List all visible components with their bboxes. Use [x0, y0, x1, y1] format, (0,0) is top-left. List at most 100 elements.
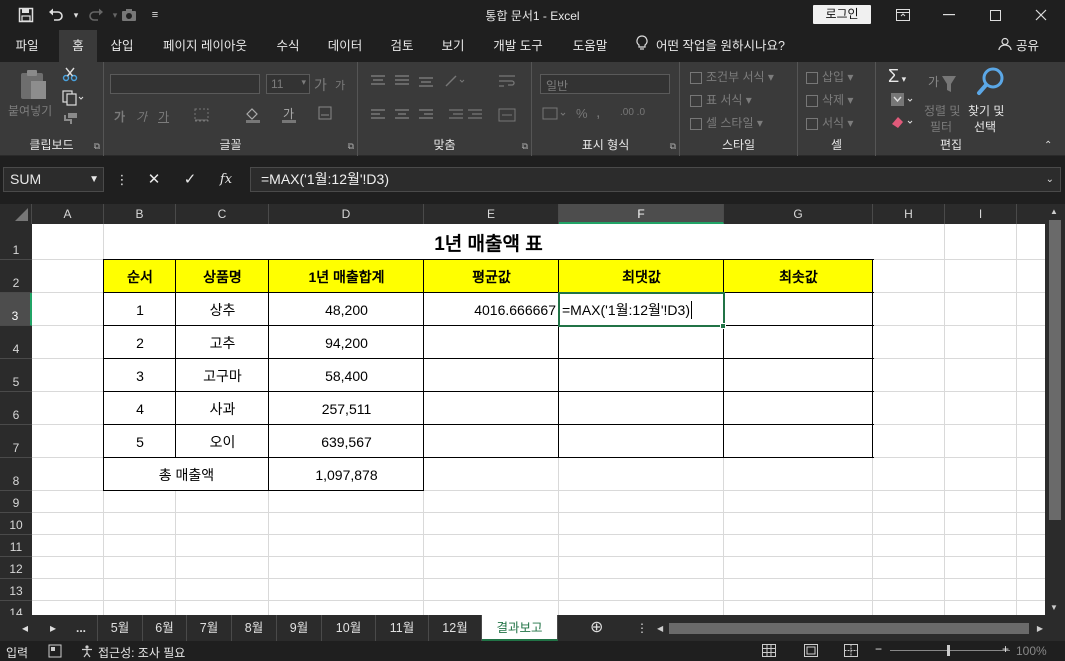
sheet-tab-report[interactable]: 결과보고 [482, 615, 558, 641]
ribbon-display-icon[interactable] [880, 0, 926, 30]
maximize-icon[interactable] [972, 0, 1018, 30]
cell-d4[interactable]: 94,200 [269, 326, 424, 359]
header-cell-min[interactable]: 최솟값 [724, 260, 873, 293]
cell-c4[interactable]: 고추 [176, 326, 269, 359]
tab-insert[interactable]: 삽입 [103, 30, 141, 62]
delete-cells-button[interactable]: 삭제 ▾ [806, 91, 853, 108]
horizontal-scrollbar[interactable]: ◀ ▶ [655, 622, 1045, 635]
row-header-12[interactable]: 12 [0, 557, 32, 579]
cell-d5[interactable]: 58,400 [269, 359, 424, 392]
row-header-3[interactable]: 3 [0, 293, 32, 326]
cell-d6[interactable]: 257,511 [269, 392, 424, 425]
cell-c5[interactable]: 고구마 [176, 359, 269, 392]
number-format-select[interactable]: 일반 [540, 74, 670, 94]
header-cell-item[interactable]: 상품명 [176, 260, 269, 293]
next-sheet-icon[interactable]: ▸ [50, 615, 56, 641]
select-all-corner[interactable] [0, 204, 32, 224]
row-header-8[interactable]: 8 [0, 458, 32, 491]
sheet-tab-september[interactable]: 9월 [277, 615, 322, 641]
tab-developer[interactable]: 개발 도구 [485, 30, 551, 62]
header-cell-max[interactable]: 최댓값 [559, 260, 724, 293]
worksheet-grid[interactable]: A B C D E F G H I 1 2 3 4 5 6 7 8 9 10 1… [0, 204, 1045, 615]
table-title[interactable]: 1년 매출액 표 [104, 224, 873, 260]
sheet-tab-november[interactable]: 11월 [376, 615, 429, 641]
sort-filter-icon[interactable]: 가 [928, 72, 958, 99]
undo-icon[interactable] [45, 4, 67, 26]
number-launcher-icon[interactable]: ⧉ [670, 141, 676, 152]
row-header-1[interactable]: 1 [0, 224, 32, 260]
column-header-c[interactable]: C [176, 204, 269, 224]
tab-home[interactable]: 홈 [59, 30, 97, 62]
expand-formula-icon[interactable]: ⌄ [1046, 168, 1054, 191]
wrap-text-icon[interactable] [498, 74, 518, 93]
column-header-g[interactable]: G [724, 204, 873, 224]
close-icon[interactable] [1018, 0, 1064, 30]
row-header-5[interactable]: 5 [0, 359, 32, 392]
align-left-icon[interactable] [370, 108, 386, 125]
align-middle-icon[interactable] [394, 74, 410, 91]
italic-icon[interactable]: 가 [136, 108, 147, 125]
cut-icon[interactable] [62, 66, 78, 85]
fill-icon[interactable] [890, 92, 916, 111]
collapse-ribbon-icon[interactable]: ⌃ [1044, 140, 1052, 151]
enter-icon[interactable]: ✓ [176, 167, 204, 192]
more-sheets-icon[interactable]: ... [76, 615, 86, 641]
vertical-scrollbar[interactable]: ▲ ▼ [1045, 204, 1065, 615]
column-header-b[interactable]: B [104, 204, 176, 224]
fill-color-icon[interactable] [244, 106, 262, 127]
cell-b6[interactable]: 4 [104, 392, 176, 425]
name-box-dropdown-icon[interactable]: ▼ [89, 168, 99, 191]
accounting-icon[interactable] [542, 106, 568, 125]
font-size-select[interactable]: 11 ▾ [266, 74, 310, 94]
column-header-e[interactable]: E [424, 204, 559, 224]
row-header-10[interactable]: 10 [0, 513, 32, 535]
align-right-icon[interactable] [418, 108, 434, 125]
page-layout-view-icon[interactable] [804, 644, 818, 660]
align-center-icon[interactable] [394, 108, 410, 125]
column-header-f[interactable]: F [559, 204, 724, 224]
comma-icon[interactable]: , [596, 104, 600, 122]
scroll-right-icon[interactable]: ▶ [1037, 622, 1043, 635]
scroll-down-icon[interactable]: ▼ [1050, 603, 1058, 612]
cell-b4[interactable]: 2 [104, 326, 176, 359]
row-header-9[interactable]: 9 [0, 491, 32, 513]
share-button[interactable]: 공유 [998, 30, 1039, 62]
prev-sheet-icon[interactable]: ◂ [22, 615, 28, 641]
paste-icon[interactable] [18, 68, 48, 103]
cell-b7[interactable]: 5 [104, 425, 176, 458]
page-break-view-icon[interactable] [844, 644, 858, 660]
total-label-cell[interactable]: 총 매출액 [104, 458, 269, 491]
cell-d7[interactable]: 639,567 [269, 425, 424, 458]
align-bottom-icon[interactable] [418, 74, 434, 91]
align-top-icon[interactable] [370, 74, 386, 91]
indent-icon[interactable] [448, 108, 484, 125]
accessibility-icon[interactable] [80, 644, 94, 661]
tab-file[interactable]: 파일 [4, 30, 50, 62]
insert-cells-button[interactable]: 삽입 ▾ [806, 68, 853, 85]
merge-center-icon[interactable] [498, 108, 520, 125]
header-cell-total[interactable]: 1년 매출합계 [269, 260, 424, 293]
borders-icon[interactable] [194, 108, 210, 125]
macro-record-icon[interactable] [48, 644, 62, 661]
copy-icon[interactable] [62, 90, 84, 109]
cell-c3[interactable]: 상추 [176, 293, 269, 326]
sheet-options-icon[interactable]: ⋮ [636, 615, 648, 641]
more-options-icon[interactable]: ⋮ [108, 167, 136, 192]
tell-me-search[interactable]: 어떤 작업을 원하시나요? [636, 30, 785, 62]
zoom-level[interactable]: 100% [1016, 644, 1047, 658]
insert-function-icon[interactable]: fx [212, 167, 240, 192]
accessibility-status[interactable]: 접근성: 조사 필요 [98, 644, 185, 661]
cell-b3[interactable]: 1 [104, 293, 176, 326]
decrease-font-icon[interactable]: 가 [335, 77, 345, 93]
add-sheet-icon[interactable]: ⊕ [590, 615, 603, 641]
column-header-i[interactable]: I [945, 204, 1017, 224]
header-cell-average[interactable]: 평균값 [424, 260, 559, 293]
decimal-icons[interactable]: .00 .0 [620, 107, 645, 118]
font-color-icon[interactable]: 가 [280, 106, 298, 127]
sheet-tab-june[interactable]: 6월 [143, 615, 187, 641]
clear-icon[interactable] [890, 114, 916, 133]
normal-view-icon[interactable] [762, 644, 776, 660]
row-header-7[interactable]: 7 [0, 425, 32, 458]
minimize-icon[interactable] [926, 0, 972, 30]
tab-data[interactable]: 데이터 [320, 30, 370, 62]
